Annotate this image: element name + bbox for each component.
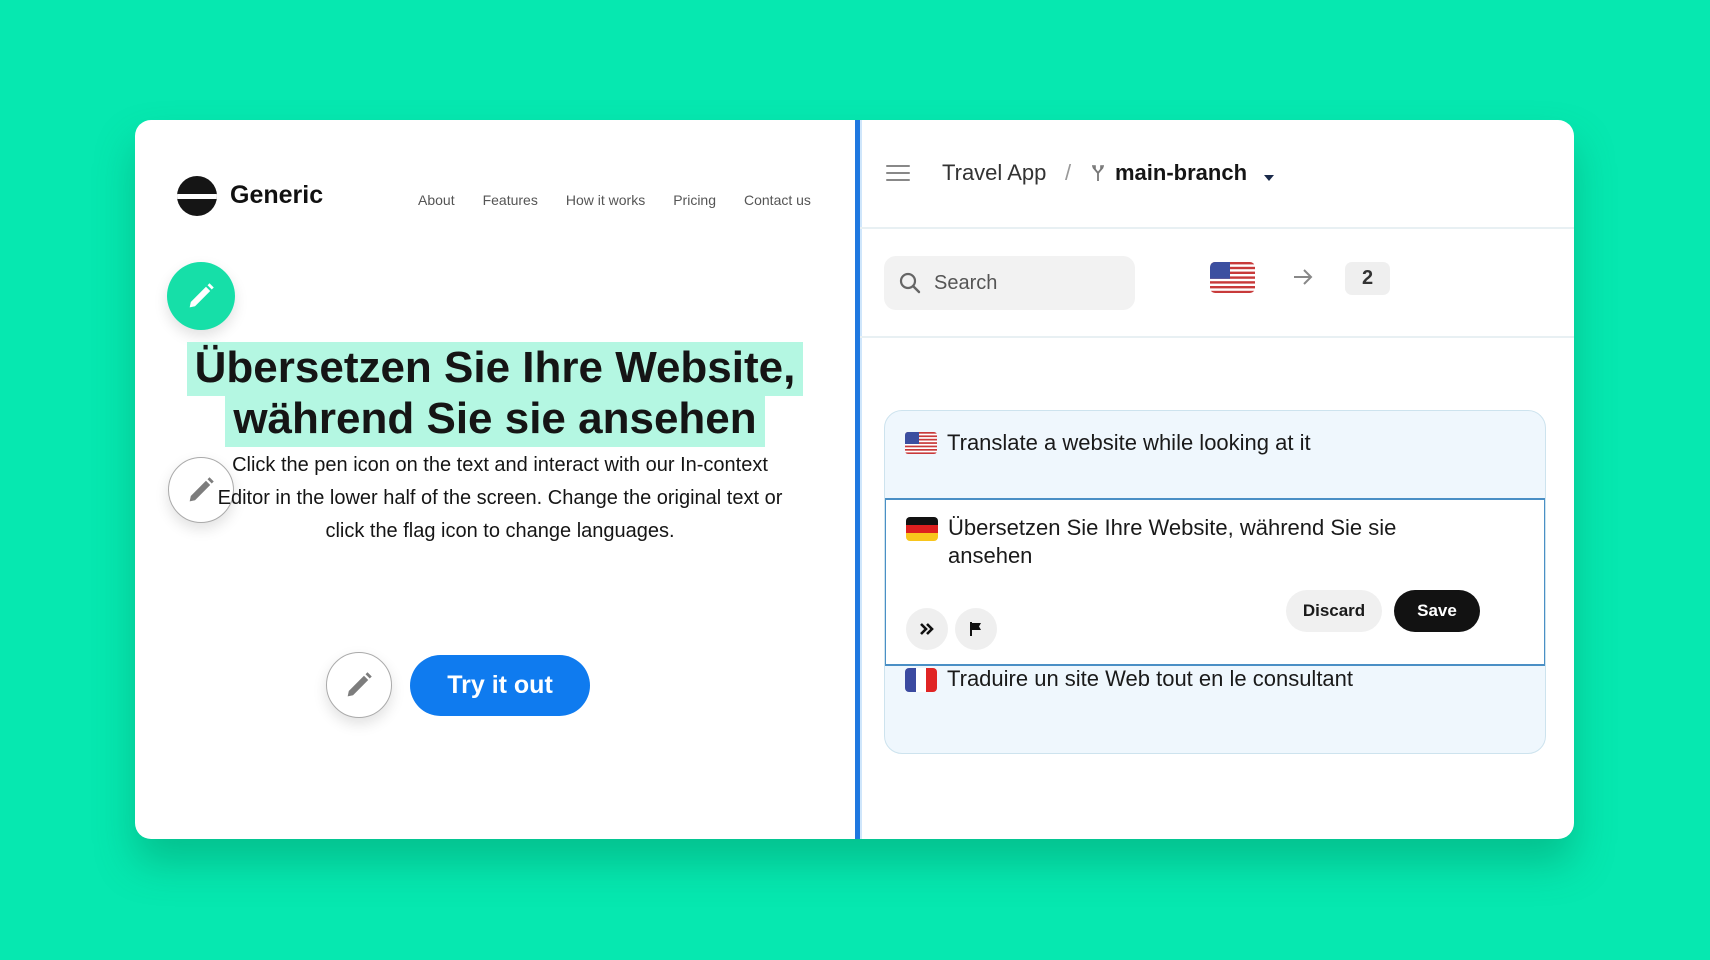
source-language-us-flag[interactable]: [1210, 262, 1255, 293]
breadcrumb-separator: /: [1065, 160, 1072, 185]
nav-about[interactable]: About: [418, 192, 455, 208]
branch-selector[interactable]: main-branch: [1115, 160, 1247, 186]
us-flag-icon[interactable]: [905, 432, 937, 454]
translation-text-de[interactable]: Übersetzen Sie Ihre Website, während Sie…: [948, 514, 1428, 570]
brand-name[interactable]: Generic: [230, 181, 323, 210]
toolbar-divider: [860, 336, 1574, 338]
translation-text-fr: Traduire un site Web tout en le consulta…: [947, 666, 1354, 691]
translation-text-en: Translate a website while looking at it: [947, 430, 1311, 455]
target-language-count[interactable]: 2: [1345, 262, 1390, 295]
screenshot-card: Generic About Features How it works Pric…: [135, 120, 1574, 839]
headline-line-2: während Sie sie ansehen: [225, 393, 765, 447]
flag-icon: [970, 622, 981, 636]
french-flag-icon[interactable]: [905, 668, 937, 692]
breadcrumb-project[interactable]: Travel App: [942, 160, 1046, 186]
translation-row-en[interactable]: Translate a website while looking at it: [885, 429, 1545, 457]
translation-row-de[interactable]: Übersetzen Sie Ihre Website, während Sie…: [885, 498, 1545, 666]
nav-contact-us[interactable]: Contact us: [744, 192, 811, 208]
translation-card: Translate a website while looking at it …: [884, 410, 1546, 754]
nav-features[interactable]: Features: [483, 192, 538, 208]
search-field[interactable]: [884, 256, 1135, 310]
site-nav: About Features How it works Pricing Cont…: [418, 192, 811, 208]
pencil-icon: [347, 672, 372, 697]
search-icon: [899, 272, 921, 294]
flag-button[interactable]: [955, 608, 997, 650]
discard-button[interactable]: Discard: [1286, 590, 1382, 632]
translation-row-fr[interactable]: Traduire un site Web tout en le consulta…: [885, 665, 1545, 693]
save-button[interactable]: Save: [1394, 590, 1480, 632]
arrow-right-icon: [1294, 269, 1313, 285]
edit-headline-button[interactable]: [167, 262, 235, 330]
hero-headline: Übersetzen Sie Ihre Website, während Sie…: [135, 342, 855, 447]
edit-cta-button[interactable]: [326, 652, 392, 718]
chevron-down-icon[interactable]: [1264, 175, 1274, 181]
branch-icon: [1092, 165, 1104, 181]
nav-how-it-works[interactable]: How it works: [566, 192, 645, 208]
nav-pricing[interactable]: Pricing: [673, 192, 716, 208]
hero-paragraph: Click the pen icon on the text and inter…: [217, 454, 783, 542]
pencil-icon: [189, 283, 214, 308]
pencil-icon: [189, 477, 214, 502]
auto-translate-button[interactable]: [906, 608, 948, 650]
header-divider: [860, 227, 1574, 229]
headline-line-1: Übersetzen Sie Ihre Website,: [186, 342, 804, 396]
german-flag-icon[interactable]: [906, 517, 938, 541]
hamburger-icon[interactable]: [886, 165, 910, 181]
try-it-out-button[interactable]: Try it out: [410, 655, 590, 716]
double-chevron-icon: [920, 623, 934, 635]
search-input[interactable]: [934, 271, 1104, 295]
logo-icon: [177, 176, 217, 216]
